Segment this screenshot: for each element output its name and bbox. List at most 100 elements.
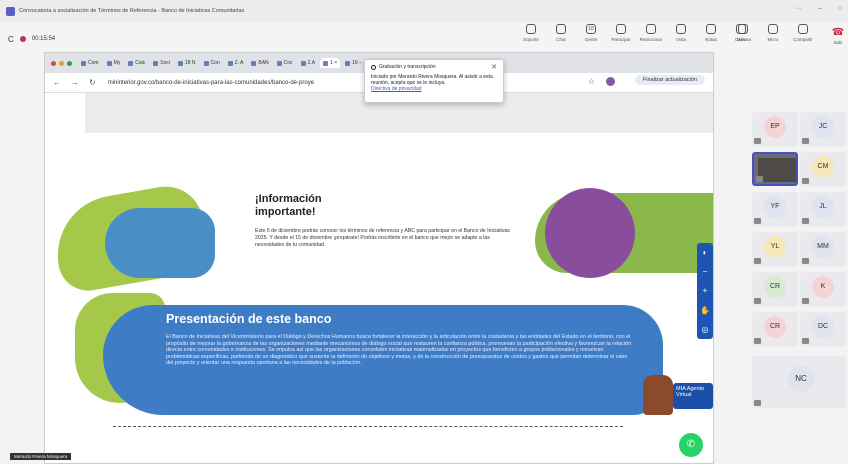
zoom-in-icon[interactable]: +: [703, 286, 708, 295]
participant-tile[interactable]: CR: [752, 272, 798, 306]
avatar: CR: [764, 316, 786, 338]
browser-tab[interactable]: Coc: [274, 58, 296, 68]
browser-tab[interactable]: 18 N: [175, 58, 199, 68]
browser-tab[interactable]: Calc: [125, 58, 148, 68]
mic-muted-icon: [754, 138, 761, 144]
recording-indicator: C 00:15:54: [8, 35, 55, 44]
minimize-dot-icon[interactable]: [59, 60, 64, 66]
browser-tab[interactable]: 19 –: [342, 58, 365, 68]
reload-icon[interactable]: ↻: [89, 78, 96, 87]
teams-window: Convocatoria a socialización de Términos…: [0, 0, 848, 464]
mia-virtual-agent[interactable]: MIA Agente Virtual: [643, 373, 713, 419]
browser-tab[interactable]: BAN: [248, 58, 271, 68]
bookmark-star-icon[interactable]: ☆: [588, 77, 595, 86]
mia-label: MIA Agente Virtual: [673, 383, 713, 409]
browser-tab[interactable]: 2.A: [298, 58, 319, 68]
mic-muted-icon: [802, 338, 809, 344]
whatsapp-icon[interactable]: ✆: [679, 433, 703, 457]
participant-tile[interactable]: [752, 152, 798, 186]
hang-up-icon: ☎: [831, 27, 845, 38]
media-share-screen[interactable]: Compartir: [790, 24, 816, 42]
finish-update-button[interactable]: Finalizar actualización: [634, 75, 705, 85]
tool-people[interactable]: 18 Gente: [578, 24, 604, 42]
back-icon[interactable]: ←: [53, 78, 61, 87]
media-mic[interactable]: Micro: [760, 24, 786, 42]
participant-tile[interactable]: CM: [800, 152, 846, 186]
zoom-out-icon[interactable]: −: [703, 267, 708, 276]
avatar: DC: [812, 316, 834, 338]
camera-icon: [738, 24, 748, 34]
accessibility-icon[interactable]: ◎: [702, 325, 709, 334]
zoom-dot-icon[interactable]: [67, 60, 72, 66]
banner-text: El Banco de Iniciativas del Viceminister…: [166, 334, 632, 367]
chat-icon: [556, 24, 566, 34]
favicon-icon: [276, 60, 282, 66]
browser-tab[interactable]: Con: [201, 58, 223, 68]
tool-raise-hand[interactable]: Participar: [608, 24, 634, 42]
minimize-icon[interactable]: –: [818, 5, 822, 12]
leave-button[interactable]: ☎ Salir: [830, 26, 846, 48]
notes-icon: [706, 24, 716, 34]
mia-avatar-icon: [643, 375, 673, 415]
window-dots: [51, 60, 72, 66]
participant-video: [758, 158, 796, 182]
mic-muted-icon: [756, 176, 763, 182]
media-camera[interactable]: Cámara: [730, 24, 756, 42]
favicon-icon: [203, 60, 209, 66]
profile-avatar[interactable]: [606, 77, 615, 86]
browser-tab[interactable]: 1 ×: [320, 58, 341, 68]
nav-buttons: ← → ↻: [53, 78, 96, 87]
presenter-name: Merardo Rivera Mosquera: [10, 453, 72, 460]
share-icon: [526, 24, 536, 34]
shared-browser-window: Com My Calc Soci 18 N Con 2. A BAN Coc 2.A 1 × 19 –…: [44, 52, 714, 464]
participant-tile[interactable]: EP: [752, 112, 798, 146]
close-icon[interactable]: ✕: [491, 63, 497, 71]
contrast-icon[interactable]: ◐: [703, 248, 708, 257]
popup-text: Iniciado por Merardo Rivera Mosquera. Al…: [371, 74, 493, 86]
forward-icon[interactable]: →: [71, 78, 79, 87]
browser-tab[interactable]: Com: [78, 58, 102, 68]
favicon-icon: [227, 60, 233, 66]
participant-tile[interactable]: JC: [800, 112, 846, 146]
restore-icon[interactable]: ○: [838, 5, 842, 12]
participant-tile[interactable]: NC: [752, 356, 846, 408]
tool-react[interactable]: Reaccionar: [638, 24, 664, 42]
meeting-toolbar: C 00:15:54 Soporte Chat 18 Gente Participar R…: [0, 22, 848, 56]
favicon-icon: [345, 60, 351, 66]
url-field[interactable]: mininterior.gov.co/banco-de-iniciativas-…: [108, 80, 314, 86]
mic-muted-icon: [754, 400, 761, 406]
window-title: Convocatoria a socialización de Términos…: [19, 8, 245, 14]
tool-view[interactable]: Vista: [668, 24, 694, 42]
tool-chat[interactable]: Chat: [548, 24, 574, 42]
participants-panel: EP JC CM YF JL YL MM CR K CR DC NC: [752, 112, 848, 464]
favicon-icon: [153, 60, 159, 66]
participant-tile[interactable]: JL: [800, 192, 846, 226]
participant-tile[interactable]: YF: [752, 192, 798, 226]
tool-share[interactable]: Soporte: [518, 24, 544, 42]
mic-muted-icon: [754, 258, 761, 264]
browser-tab[interactable]: Soci: [150, 58, 173, 68]
participant-tile[interactable]: CR: [752, 312, 798, 346]
participant-tile[interactable]: YL: [752, 232, 798, 266]
raise-hand-icon: [616, 24, 626, 34]
favicon-icon: [177, 60, 183, 66]
browser-tab[interactable]: 2. A: [225, 58, 247, 68]
meeting-tools: Soporte Chat 18 Gente Participar Reaccionar Vi…: [518, 24, 754, 42]
mic-muted-icon: [754, 338, 761, 344]
participant-tile[interactable]: K: [800, 272, 846, 306]
avatar: YF: [764, 196, 786, 218]
favicon-icon: [323, 60, 329, 66]
avatar: YL: [764, 236, 786, 258]
sign-language-icon[interactable]: ✋: [700, 306, 710, 315]
privacy-link[interactable]: Directiva de privacidad: [371, 86, 497, 92]
close-dot-icon[interactable]: [51, 60, 56, 66]
favicon-icon: [300, 60, 306, 66]
browser-tab[interactable]: My: [104, 58, 124, 68]
favicon-icon: [106, 60, 112, 66]
tool-notes[interactable]: Notas: [698, 24, 724, 42]
more-options-icon[interactable]: ···: [795, 5, 802, 12]
participant-tile[interactable]: DC: [800, 312, 846, 346]
participant-tile[interactable]: MM: [800, 232, 846, 266]
web-page: ¡Información importante! Este 5 de dicie…: [45, 93, 713, 463]
favicon-icon: [128, 60, 134, 66]
